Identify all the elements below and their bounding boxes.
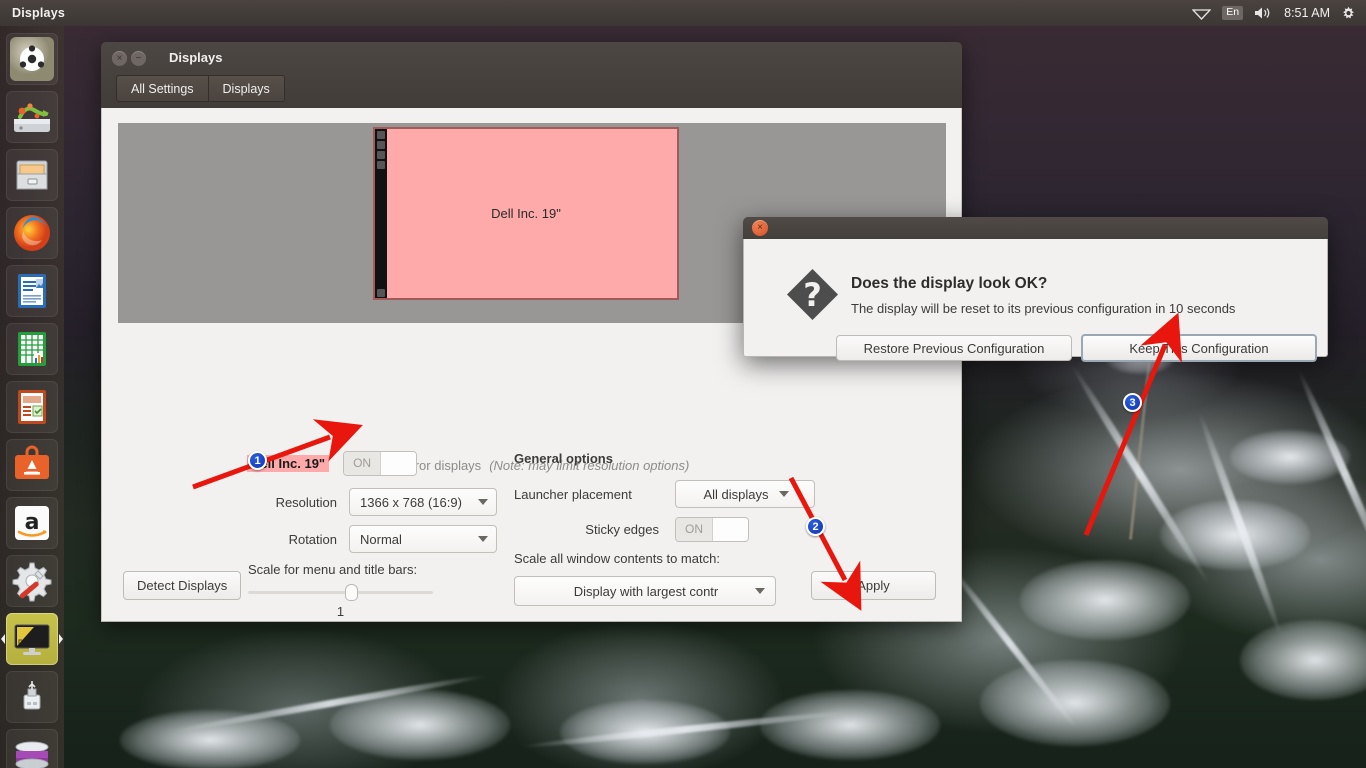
- launcher-item-firefox[interactable]: [6, 207, 58, 259]
- display-power-toggle[interactable]: ON: [343, 451, 418, 476]
- launcher-item-software-center[interactable]: [6, 439, 58, 491]
- chevron-down-icon: [778, 491, 789, 497]
- resolution-label: Resolution: [275, 494, 337, 510]
- question-mark-icon: ?: [785, 267, 840, 322]
- rotation-label: Rotation: [288, 531, 337, 547]
- sticky-edges-toggle-label: ON: [676, 518, 713, 541]
- all-settings-button[interactable]: All Settings: [116, 75, 209, 102]
- window-titlebar: × − Displays All Settings Displays: [101, 42, 962, 108]
- launcher-item-file-cabinet[interactable]: [6, 149, 58, 201]
- panel-app-name[interactable]: Displays: [12, 6, 65, 20]
- launcher-item-disc-media[interactable]: [6, 729, 58, 768]
- clock[interactable]: 8:51 AM: [1284, 6, 1330, 20]
- keep-this-configuration-button[interactable]: Keep This Configuration: [1081, 334, 1317, 362]
- window-minimize-button[interactable]: −: [131, 51, 146, 66]
- sticky-edges-toggle[interactable]: ON: [675, 517, 749, 542]
- plant-blade: [1067, 361, 1213, 587]
- rotation-dropdown[interactable]: Normal: [349, 525, 497, 553]
- rotation-value: Normal: [360, 531, 402, 547]
- plant-tuft: [120, 710, 300, 768]
- top-panel: Displays En 8:51 AM: [0, 0, 1366, 26]
- launcher-item-libreoffice-impress[interactable]: [6, 381, 58, 433]
- plant-tuft: [1020, 560, 1190, 640]
- apply-button[interactable]: Apply: [811, 571, 936, 600]
- scale-contents-label: Scale all window contents to match:: [514, 551, 720, 566]
- dialog-heading: Does the display look OK?: [851, 275, 1048, 292]
- plant-tuft: [980, 660, 1170, 746]
- launcher-placement-value: All displays: [703, 486, 769, 502]
- launcher-item-displays[interactable]: [1, 613, 63, 665]
- resolution-dropdown[interactable]: 1366 x 768 (16:9): [349, 488, 497, 516]
- scale-slider[interactable]: [248, 583, 433, 601]
- general-options-title: General options: [514, 451, 613, 466]
- detect-displays-button[interactable]: Detect Displays: [123, 571, 242, 600]
- chevron-down-icon: [478, 499, 488, 505]
- dialog-close-button[interactable]: ×: [752, 220, 768, 236]
- unity-launcher: a: [0, 26, 64, 768]
- gear-icon[interactable]: [1341, 6, 1356, 21]
- restore-previous-configuration-button[interactable]: Restore Previous Configuration: [836, 335, 1072, 361]
- svg-text:a: a: [25, 510, 40, 535]
- launcher-item-libreoffice-writer[interactable]: [6, 265, 58, 317]
- launcher-placement-label: Launcher placement: [514, 486, 632, 502]
- launcher-item-libreoffice-calc[interactable]: [6, 323, 58, 375]
- sticky-edges-label: Sticky edges: [585, 522, 659, 537]
- monitor-preview-dell[interactable]: Dell Inc. 19": [373, 127, 679, 300]
- window-close-button[interactable]: ×: [112, 51, 127, 66]
- launcher-item-amazon[interactable]: a: [6, 497, 58, 549]
- dialog-titlebar: ×: [743, 217, 1328, 239]
- window-content: Dell Inc. 19" Mirror displays (Note: may…: [101, 108, 962, 622]
- chevron-down-icon: [478, 536, 488, 542]
- keyboard-layout-indicator[interactable]: En: [1222, 5, 1244, 21]
- svg-text:?: ?: [803, 276, 822, 314]
- launcher-placement-dropdown[interactable]: All displays: [675, 480, 815, 508]
- window-toolbar: All Settings Displays: [116, 75, 285, 102]
- launcher-item-nautilus-home[interactable]: [6, 91, 58, 143]
- toggle-knob: [713, 518, 748, 541]
- launcher-item-system-settings[interactable]: [6, 555, 58, 607]
- displays-tab-button[interactable]: Displays: [208, 75, 285, 102]
- wifi-icon[interactable]: [1192, 7, 1212, 20]
- window-title: Displays: [169, 50, 223, 65]
- launcher-item-ubuntu-dash[interactable]: [6, 33, 58, 85]
- dialog-message: The display will be reset to its previou…: [851, 301, 1236, 316]
- scale-contents-dropdown[interactable]: Display with largest contr: [514, 576, 776, 606]
- volume-icon[interactable]: [1254, 6, 1273, 20]
- dialog-body: ? Does the display look OK? The display …: [743, 239, 1328, 362]
- resolution-value: 1366 x 768 (16:9): [360, 494, 462, 510]
- launcher-item-usb-drive[interactable]: [6, 671, 58, 723]
- display-power-toggle-label: ON: [344, 452, 382, 475]
- chevron-down-icon: [755, 588, 765, 594]
- plant-tuft: [1240, 620, 1366, 700]
- toggle-knob: [381, 452, 417, 475]
- confirm-display-dialog: × ? Does the display look OK? The displa…: [743, 217, 1328, 362]
- slider-handle[interactable]: [345, 584, 358, 601]
- slider-track: [248, 591, 433, 594]
- scale-slider-value: 1: [336, 604, 345, 619]
- plant-tuft: [760, 690, 940, 760]
- scale-contents-value: Display with largest contr: [573, 583, 719, 599]
- monitor-preview-label: Dell Inc. 19": [491, 206, 561, 221]
- selected-display-name: Dell Inc. 19": [247, 455, 330, 472]
- panel-indicators: En 8:51 AM: [1192, 5, 1366, 21]
